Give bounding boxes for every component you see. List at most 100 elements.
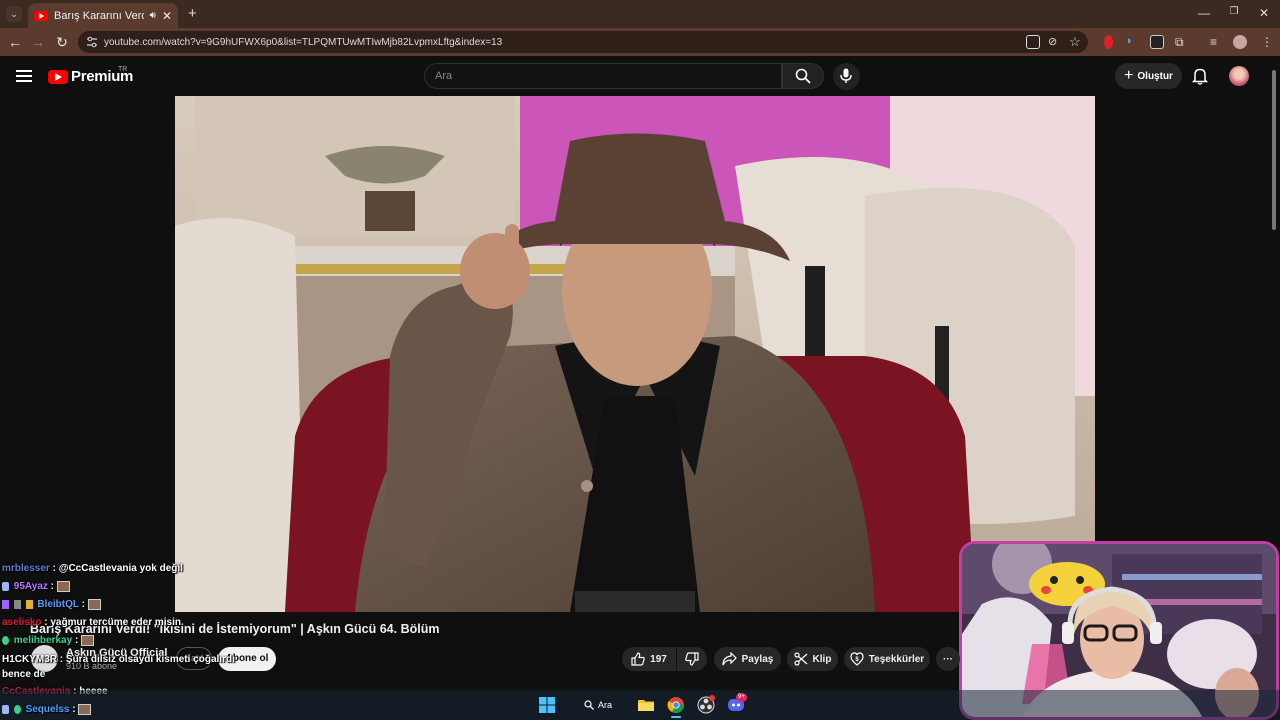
reading-list-icon[interactable]: ≡	[1210, 35, 1224, 49]
extension-tag-icon[interactable]	[1150, 35, 1164, 49]
taskbar-search-label: Ara	[598, 700, 613, 710]
file-explorer-icon[interactable]	[637, 696, 655, 714]
more-dots-icon: ···	[943, 653, 953, 665]
microphone-icon	[840, 68, 852, 83]
chat-text: :	[81, 599, 85, 611]
tab-close-icon[interactable]: ✕	[162, 9, 172, 23]
chat-text: : Şura dilsiz olsaydı kismeti çoğalırdı	[59, 654, 235, 665]
thumbs-up-icon	[631, 652, 645, 666]
chat-message: BleibtQL :	[2, 599, 101, 610]
search-icon	[795, 68, 811, 84]
bookmark-star-icon[interactable]: ☆	[1069, 35, 1083, 49]
youtube-header: Premium TR Ara + Oluştur	[0, 56, 1280, 96]
url-text: youtube.com/watch?v=9G9hUFWX6p0&list=TLP…	[104, 36, 503, 48]
video-player[interactable]	[175, 96, 1095, 612]
like-button[interactable]: 197	[622, 647, 676, 671]
plus-icon: +	[1124, 67, 1134, 84]
clip-label: Klip	[812, 653, 832, 665]
chat-text: : yağmur tercüme eder misin	[44, 617, 181, 628]
minimize-window-icon[interactable]: —	[1194, 6, 1214, 20]
chrome-active-indicator	[671, 716, 681, 718]
thanks-label: Teşekkürler	[868, 653, 925, 665]
eye-off-icon[interactable]: ⊘	[1048, 35, 1062, 49]
chat-emote-icon	[78, 704, 92, 715]
chat-text: :	[50, 581, 55, 593]
tab-audio-icon[interactable]: 🔊︎	[150, 10, 156, 21]
chrome-icon[interactable]	[667, 696, 685, 714]
chat-badge-icon	[25, 600, 33, 609]
youtube-favicon-icon	[34, 10, 48, 21]
thumbs-down-icon	[685, 652, 699, 666]
taskbar-search[interactable]: Ara	[576, 695, 626, 715]
site-info-icon[interactable]	[86, 36, 98, 48]
chat-emote-icon	[56, 581, 70, 592]
search-input[interactable]: Ara	[424, 63, 782, 89]
video-frame-image	[175, 96, 1095, 612]
chat-text: bence de	[2, 669, 46, 680]
chat-message: 95Ayaz :	[2, 581, 70, 592]
chat-message: Sequelss :	[2, 704, 92, 716]
extensions-puzzle-icon[interactable]: ⧉	[1175, 35, 1189, 49]
thanks-button[interactable]: $ Teşekkürler	[844, 647, 930, 671]
taskbar-search-icon	[584, 700, 594, 710]
chat-username: 95Ayaz	[13, 581, 48, 593]
chat-badge-icon	[2, 600, 9, 609]
chat-message: bence de	[2, 669, 45, 680]
share-label: Paylaş	[741, 653, 774, 665]
notifications-bell-icon[interactable]	[1192, 67, 1208, 85]
share-button[interactable]: Paylaş	[714, 647, 781, 671]
windows-start-icon[interactable]	[538, 696, 556, 714]
chat-badge-icon	[2, 582, 9, 591]
chat-message: aselisko : yağmur tercüme eder misin	[2, 617, 181, 628]
chat-text: : @CcCastlevania yok değil	[52, 563, 183, 574]
obs-recording-dot	[709, 695, 715, 701]
tab-title: Barış Kararını Verdi! "İkisini	[54, 9, 144, 22]
create-button[interactable]: + Oluştur	[1115, 63, 1182, 89]
svg-text:$: $	[855, 657, 859, 663]
chat-username: H1CKYM3R	[2, 654, 58, 665]
logo-country-code: TR	[118, 66, 128, 73]
chat-text: :	[74, 635, 79, 647]
new-tab-button[interactable]: +	[188, 5, 197, 22]
back-arrow-icon[interactable]: ←	[6, 33, 24, 51]
extension-blue-icon[interactable]: ◗	[1126, 35, 1140, 49]
restore-window-icon[interactable]: ❐	[1224, 6, 1244, 17]
browser-menu-icon[interactable]: ⋮	[1260, 35, 1274, 49]
discord-notification-badge: 9+	[736, 693, 747, 702]
account-avatar[interactable]	[1229, 66, 1249, 86]
menu-hamburger-icon[interactable]	[16, 70, 32, 82]
thanks-heart-icon: $	[850, 652, 864, 666]
chat-emote-icon	[81, 635, 95, 646]
cast-icon[interactable]	[1026, 35, 1040, 49]
create-label: Oluştur	[1137, 70, 1173, 82]
like-count: 197	[650, 653, 667, 665]
address-bar[interactable]: youtube.com/watch?v=9G9hUFWX6p0&list=TLP…	[78, 31, 1088, 53]
search-button[interactable]	[782, 63, 824, 89]
chat-message: melihberkay :	[2, 635, 95, 647]
browser-tab-active[interactable]: Barış Kararını Verdi! "İkisini 🔊︎ ✕	[28, 3, 178, 28]
chat-badge-icon	[13, 705, 21, 714]
youtube-play-logo-icon	[48, 69, 68, 84]
dislike-button[interactable]	[677, 647, 707, 671]
scissors-icon	[793, 652, 807, 666]
chat-message: mrblesser : @CcCastlevania yok değil	[2, 563, 183, 574]
voice-search-button[interactable]	[833, 63, 860, 90]
more-actions-button[interactable]: ···	[936, 647, 960, 671]
browser-toolbar: ← → ↻ youtube.com/watch?v=9G9hUFWX6p0&li…	[0, 28, 1280, 56]
browser-tab-strip: ⌄ Barış Kararını Verdi! "İkisini 🔊︎ ✕ + …	[0, 0, 1280, 28]
clip-button[interactable]: Klip	[787, 647, 838, 671]
chat-badge-icon	[2, 636, 9, 645]
close-window-icon[interactable]: ✕	[1254, 6, 1274, 20]
chat-badge-icon	[2, 705, 9, 714]
chat-username: melihberkay	[13, 635, 73, 647]
chat-username: aselisko	[2, 617, 42, 628]
tab-list-button[interactable]: ⌄	[6, 6, 22, 22]
page-scrollbar[interactable]	[1272, 70, 1276, 230]
chat-badge-icon	[13, 600, 21, 609]
chat-username: Sequelss	[25, 704, 70, 716]
extension-red-icon[interactable]	[1104, 35, 1113, 49]
reload-icon[interactable]: ↻	[53, 33, 71, 51]
chat-message: H1CKYM3R : Şura dilsiz olsaydı kismeti ç…	[2, 654, 235, 665]
profile-avatar-icon[interactable]	[1233, 35, 1247, 49]
forward-arrow-icon[interactable]: →	[29, 33, 47, 51]
